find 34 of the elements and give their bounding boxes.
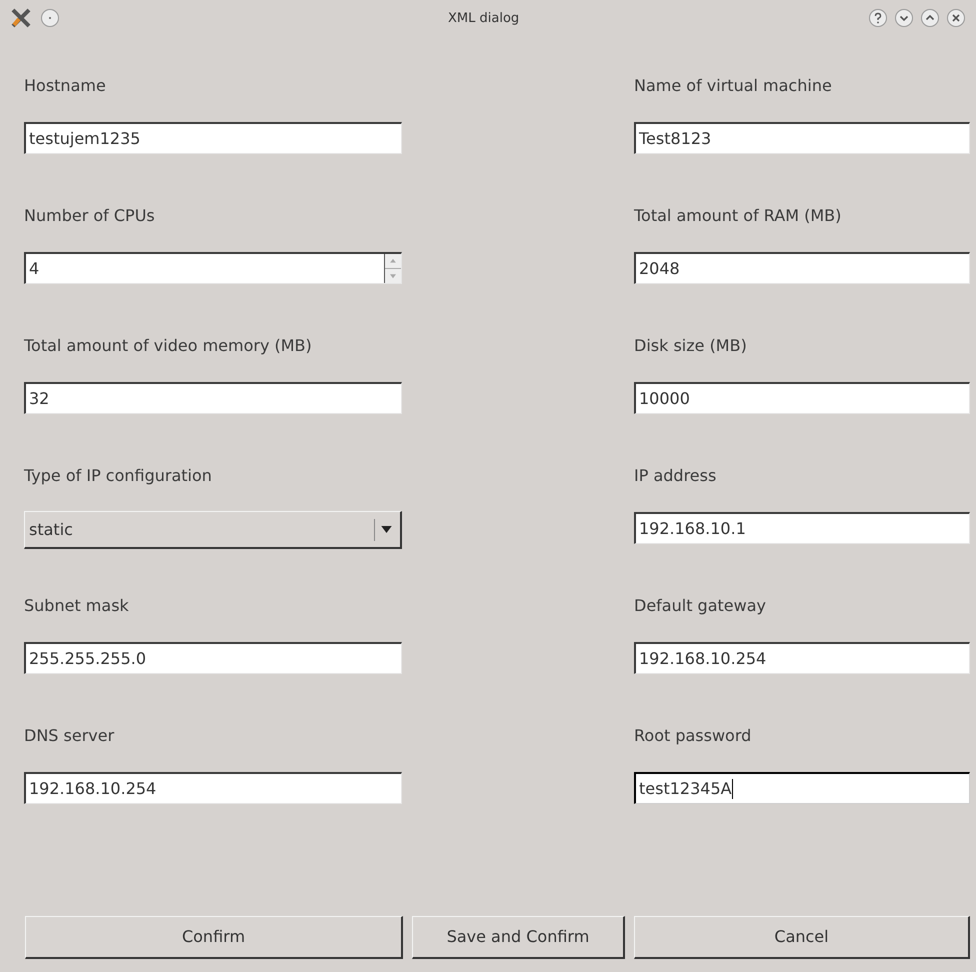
- field-label: Hostname: [24, 75, 106, 97]
- input-field[interactable]: 32: [24, 382, 402, 414]
- dropdown[interactable]: static: [24, 511, 402, 549]
- input-field[interactable]: 192.168.10.1: [634, 512, 970, 544]
- field-label: Name of virtual machine: [634, 75, 832, 97]
- field-label: Subnet mask: [24, 595, 129, 617]
- field-label: Type of IP configuration: [24, 465, 212, 487]
- field-label: Root password: [634, 725, 752, 747]
- field-label: Default gateway: [634, 595, 766, 617]
- input-field[interactable]: test12345A: [634, 772, 970, 804]
- field-label: IP address: [634, 465, 716, 487]
- text-cursor: [732, 778, 733, 798]
- dialog-button[interactable]: Save and Confirm: [412, 916, 625, 959]
- field-label: Total amount of video memory (MB): [24, 335, 312, 357]
- input-field[interactable]: 192.168.10.254: [24, 772, 402, 804]
- window-title: XML dialog: [448, 10, 520, 28]
- dialog-button[interactable]: Confirm: [25, 916, 403, 959]
- dialog-button[interactable]: Cancel: [634, 916, 970, 959]
- help-icon[interactable]: [868, 8, 888, 28]
- input-field[interactable]: 10000: [634, 382, 970, 414]
- input-field[interactable]: 2048: [634, 252, 970, 284]
- field-label: Total amount of RAM (MB): [634, 205, 842, 227]
- field-label: Number of CPUs: [24, 205, 155, 227]
- minimize-icon[interactable]: [894, 8, 914, 28]
- dropdown-arrow-icon: [381, 526, 392, 533]
- field-label: Disk size (MB): [634, 335, 747, 357]
- maximize-icon[interactable]: [920, 8, 940, 28]
- field-label: DNS server: [24, 725, 114, 747]
- input-field[interactable]: 192.168.10.254: [634, 642, 970, 674]
- input-field[interactable]: testujem1235: [24, 122, 402, 154]
- close-icon[interactable]: [946, 8, 966, 28]
- input-field[interactable]: Test8123: [634, 122, 970, 154]
- input-field[interactable]: 255.255.255.0: [24, 642, 402, 674]
- app-logo-icon: [10, 7, 32, 29]
